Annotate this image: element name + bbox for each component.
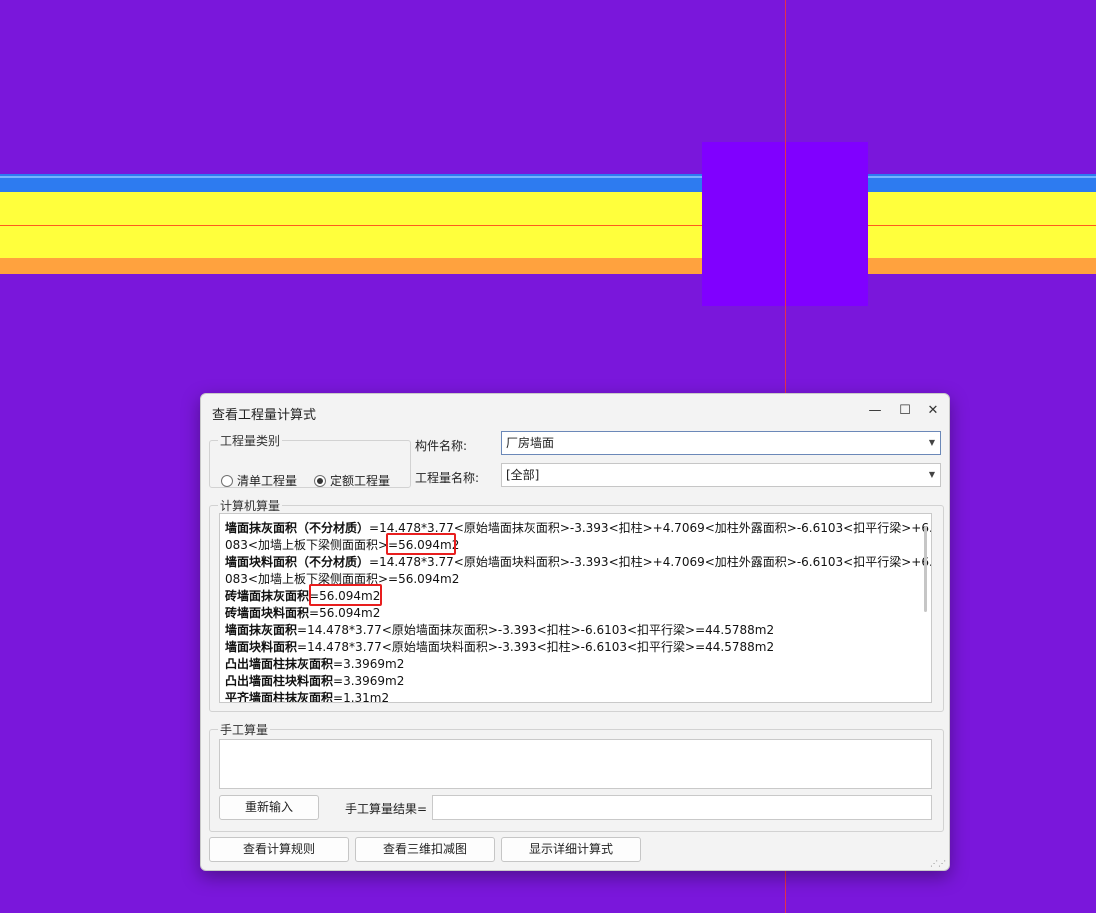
calc-line-name: 墙面抹灰面积（不分材质） bbox=[225, 521, 370, 535]
view-3d-deduction-button[interactable]: 查看三维扣减图 bbox=[355, 837, 495, 862]
chevron-down-icon: ▼ bbox=[928, 470, 935, 479]
calc-line-name: 砖墙面抹灰面积 bbox=[225, 589, 310, 603]
wall-finish-layer-blue bbox=[0, 174, 1096, 192]
show-detail-formula-button[interactable]: 显示详细计算式 bbox=[501, 837, 641, 862]
radio-quota-label: 定额工程量 bbox=[330, 474, 391, 488]
component-name-select[interactable]: 厂房墙面 ▼ bbox=[501, 431, 941, 455]
radio-quota-indicator[interactable] bbox=[314, 474, 326, 487]
calc-line-expression: =14.478*3.77<原始墙面抹灰面积>-3.393<扣柱>-6.6103<… bbox=[297, 623, 775, 637]
calc-line-expression: =14.478*3.77<原始墙面块料面积>-3.393<扣柱>-6.6103<… bbox=[297, 640, 775, 654]
radio-bill-indicator[interactable] bbox=[221, 474, 233, 487]
quantity-name-select[interactable]: [全部] ▼ bbox=[501, 463, 941, 487]
calc-line: 083<加墙上板下梁侧面面积>=56.094m2 bbox=[225, 537, 913, 554]
manual-result-input[interactable] bbox=[432, 795, 932, 820]
radio-bill-label: 清单工程量 bbox=[237, 474, 298, 488]
close-icon[interactable]: ✕ bbox=[923, 402, 943, 420]
calc-line: 凸出墙面柱抹灰面积=3.3969m2 bbox=[225, 656, 913, 673]
calc-line-name: 凸出墙面柱块料面积 bbox=[225, 674, 334, 688]
manual-calc-input[interactable] bbox=[219, 739, 932, 789]
quantity-type-group: 工程量类别 清单工程量 定额工程量 bbox=[209, 432, 411, 488]
calc-line-name: 平齐墙面柱抹灰面积 bbox=[225, 691, 334, 703]
calc-line: 砖墙面块料面积=56.094m2 bbox=[225, 605, 913, 622]
calc-scrollbar[interactable] bbox=[924, 526, 927, 612]
dialog-title: 查看工程量计算式 bbox=[212, 408, 317, 423]
resize-grip-icon[interactable]: ⋰⋰ bbox=[930, 860, 946, 868]
calc-line: 凸出墙面柱块料面积=3.3969m2 bbox=[225, 673, 913, 690]
radio-quota-quantity[interactable]: 定额工程量 bbox=[314, 472, 390, 489]
reenter-button[interactable]: 重新输入 bbox=[219, 795, 319, 820]
highlight-box-2 bbox=[309, 584, 382, 606]
highlight-box-1 bbox=[386, 533, 456, 555]
chevron-down-icon: ▼ bbox=[928, 438, 935, 447]
calc-line: 平齐墙面柱抹灰面积=1.31m2 bbox=[225, 690, 913, 703]
wall-layer-highlight bbox=[0, 176, 1096, 178]
calc-line: 墙面抹灰面积（不分材质）=14.478*3.77<原始墙面抹灰面积>-3.393… bbox=[225, 520, 931, 537]
calc-line-expression: =1.31m2 bbox=[333, 691, 390, 703]
calc-line-name: 砖墙面块料面积 bbox=[225, 606, 310, 620]
computer-calc-legend: 计算机算量 bbox=[220, 499, 281, 513]
quantity-name-label: 工程量名称: bbox=[415, 471, 480, 485]
calc-line: 墙面块料面积=14.478*3.77<原始墙面块料面积>-3.393<扣柱>-6… bbox=[225, 639, 913, 656]
calc-formula-lines: 墙面抹灰面积（不分材质） =14.478*3.77<原始墙面抹灰面积>-3.393… bbox=[225, 520, 931, 703]
calc-line-expression: =3.3969m2 bbox=[333, 657, 405, 671]
quantity-type-legend: 工程量类别 bbox=[220, 434, 281, 448]
wall-finish-layer-orange bbox=[0, 258, 1096, 274]
calc-line-name: 墙面抹灰面积 bbox=[225, 623, 298, 637]
manual-calc-legend: 手工算量 bbox=[220, 723, 269, 737]
component-name-label: 构件名称: bbox=[415, 439, 468, 453]
calc-line: 墙面抹灰面积=14.478*3.77<原始墙面抹灰面积>-3.393<扣柱>-6… bbox=[225, 622, 913, 639]
manual-result-label: 手工算量结果= bbox=[345, 802, 428, 816]
calc-line-expression: =56.094m2 bbox=[309, 606, 381, 620]
calc-line-name: 凸出墙面柱抹灰面积 bbox=[225, 657, 334, 671]
calc-line-expression: =3.3969m2 bbox=[333, 674, 405, 688]
view-rules-button[interactable]: 查看计算规则 bbox=[209, 837, 349, 862]
quantity-name-value: [全部] bbox=[506, 468, 540, 482]
calc-line-name: 墙面块料面积（不分材质） bbox=[225, 555, 370, 569]
quantity-formula-dialog: 查看工程量计算式 — ☐ ✕ 工程量类别 清单工程量 定额工程量 构件名称: 厂… bbox=[200, 393, 950, 871]
component-name-value: 厂房墙面 bbox=[506, 436, 555, 450]
calc-line-expression: =14.478*3.77<原始墙面块料面积>-3.393<扣柱>+4.7069<… bbox=[369, 555, 932, 569]
radio-bill-quantity[interactable]: 清单工程量 bbox=[221, 472, 297, 489]
minimize-icon[interactable]: — bbox=[865, 402, 885, 420]
computer-calc-textbox[interactable]: 墙面抹灰面积（不分材质） =14.478*3.77<原始墙面抹灰面积>-3.393… bbox=[219, 513, 932, 703]
calc-line-name: 墙面块料面积 bbox=[225, 640, 298, 654]
calc-line: 墙面块料面积（不分材质）=14.478*3.77<原始墙面块料面积>-3.393… bbox=[225, 554, 931, 571]
wall-axis-line bbox=[0, 225, 1096, 226]
maximize-icon[interactable]: ☐ bbox=[895, 402, 915, 420]
